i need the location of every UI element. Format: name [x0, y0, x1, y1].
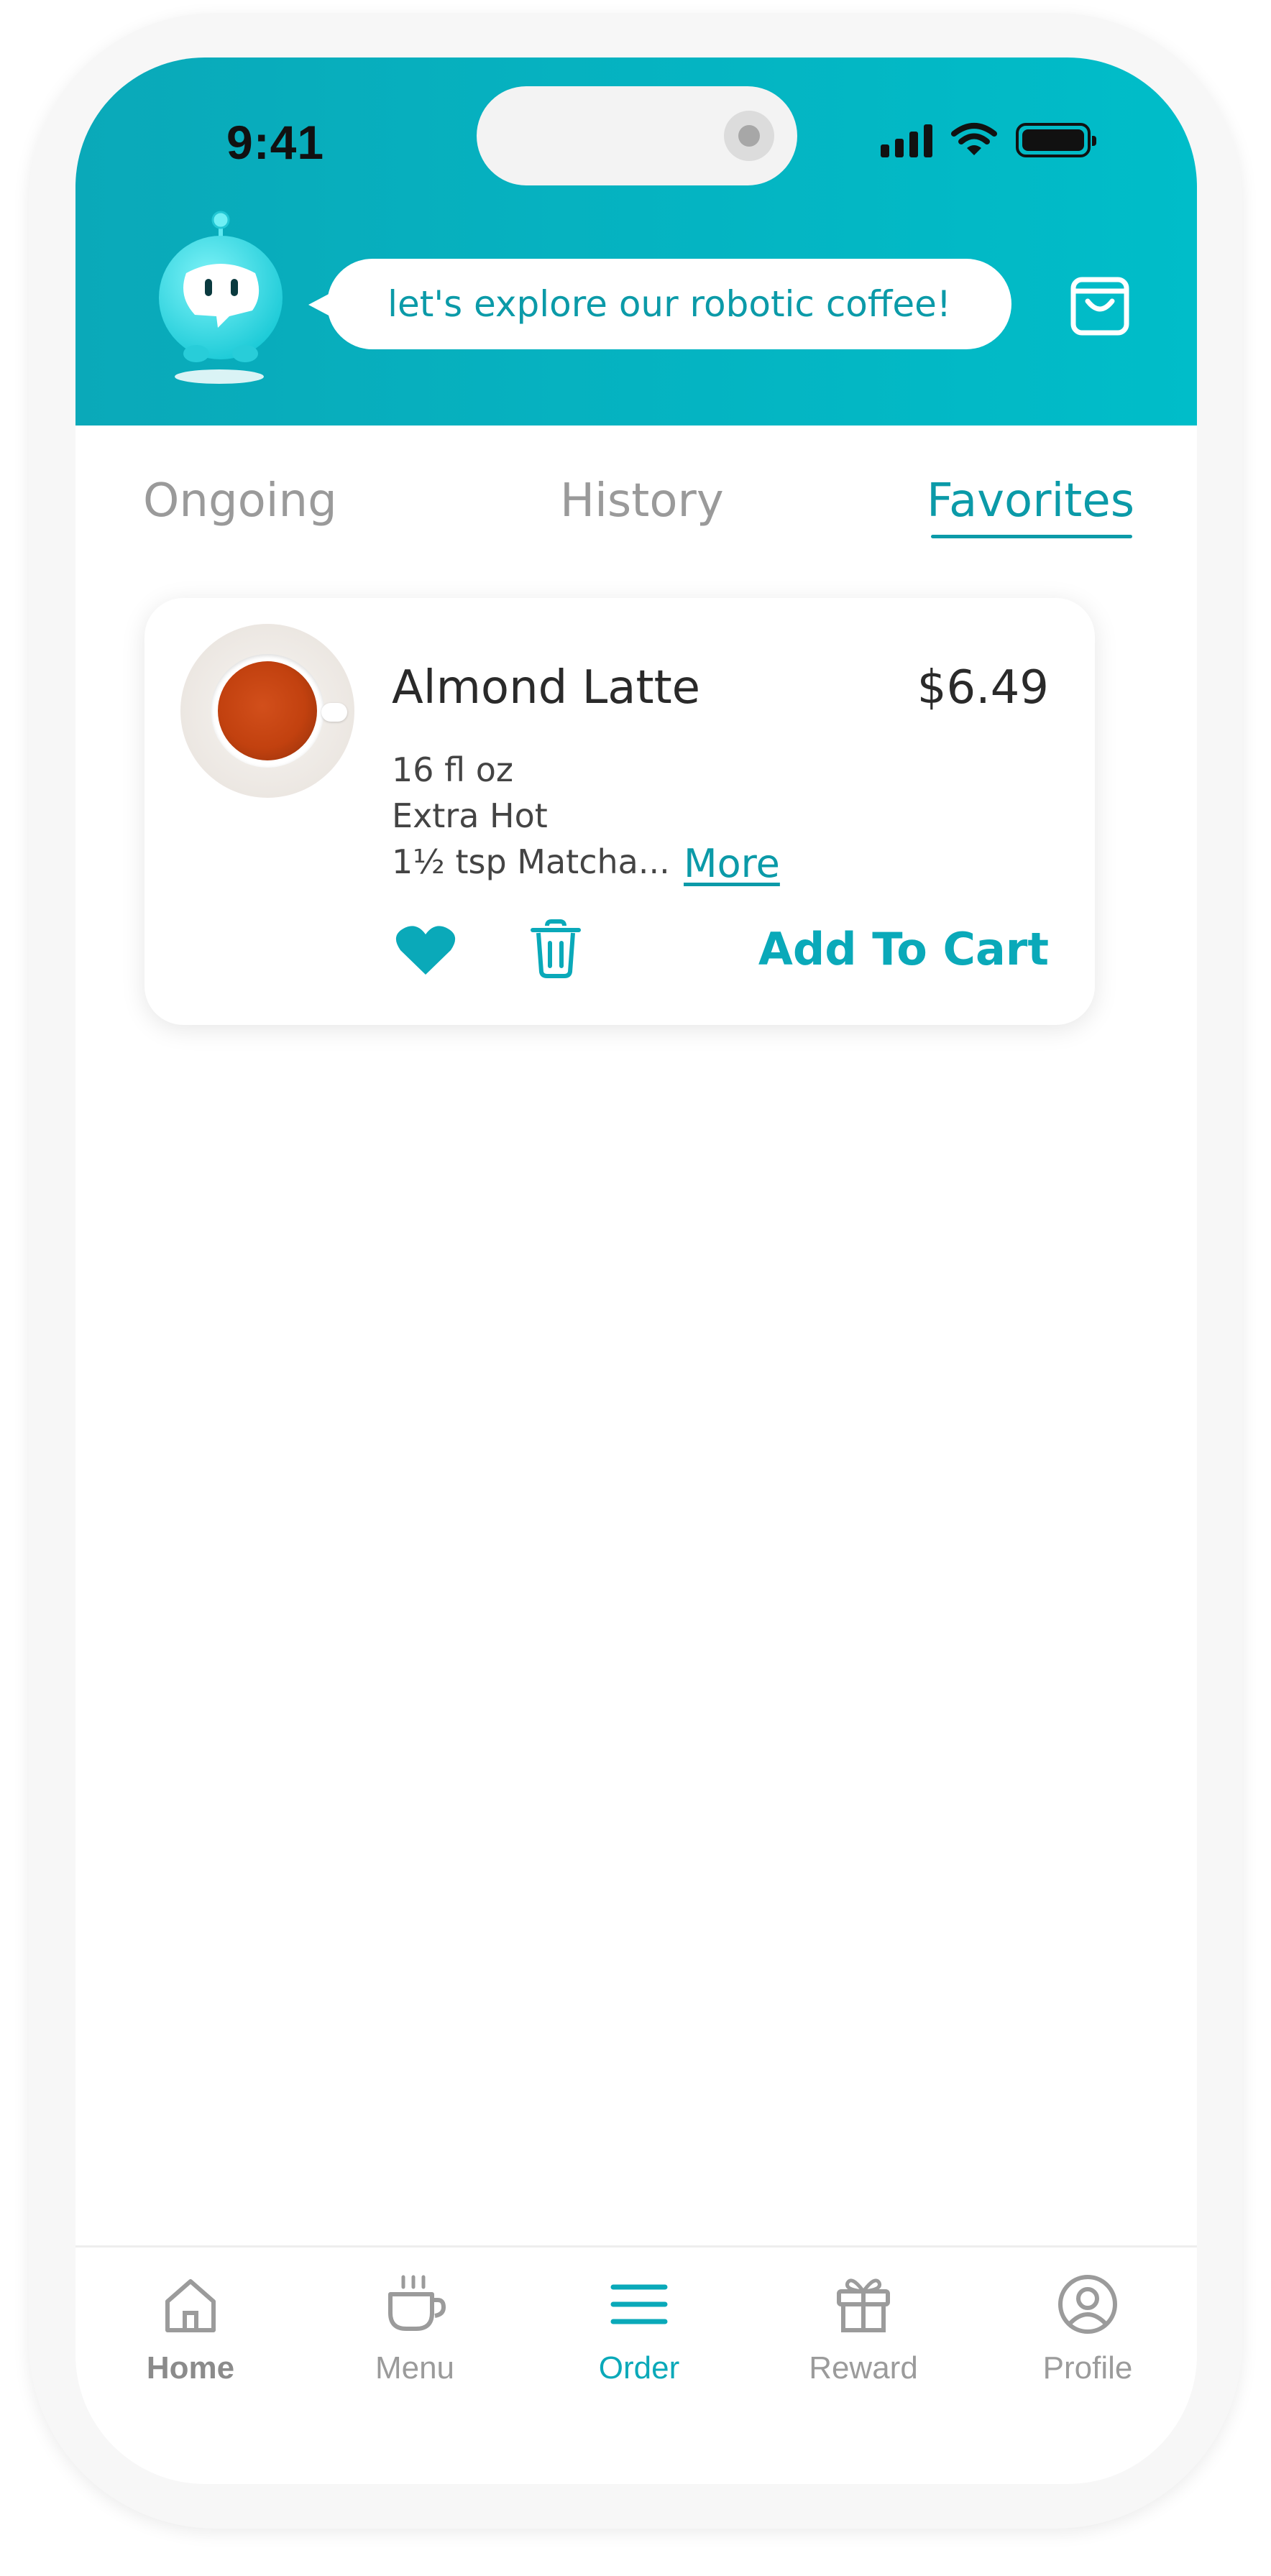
nav-reward-label: Reward	[809, 2350, 918, 2386]
nav-profile[interactable]: Profile	[1001, 2271, 1174, 2386]
header: 9:41 let's explore our robotic coffee!	[75, 58, 1197, 426]
cellular-signal-icon	[881, 123, 932, 157]
item-temperature: Extra Hot	[392, 796, 548, 835]
robot-mascot-icon	[159, 211, 283, 384]
phone-screen: 9:41 let's explore our robotic coffee! O…	[75, 58, 1197, 2484]
tab-ongoing[interactable]: Ongoing	[143, 474, 337, 528]
speech-bubble-text: let's explore our robotic coffee!	[387, 283, 951, 325]
speech-bubble: let's explore our robotic coffee!	[308, 259, 1011, 349]
nav-menu-label: Menu	[375, 2350, 455, 2386]
favorite-item-card[interactable]: Almond Latte $6.49 16 fl oz Extra Hot 1½…	[144, 598, 1095, 1025]
nav-profile-label: Profile	[1042, 2350, 1133, 2386]
nav-reward[interactable]: Reward	[777, 2271, 950, 2386]
nav-home-label: Home	[146, 2350, 235, 2386]
status-time: 9:41	[226, 116, 325, 169]
coffee-liquid	[218, 661, 317, 760]
coffee-cup-icon	[388, 2275, 446, 2331]
add-to-cart-button[interactable]: Add To Cart	[758, 923, 1049, 975]
item-price: $6.49	[917, 661, 1049, 714]
nav-home[interactable]: Home	[104, 2271, 277, 2386]
wifi-icon	[951, 123, 997, 155]
cup-inner	[211, 654, 324, 768]
list-icon	[610, 2284, 668, 2324]
tab-history[interactable]: History	[560, 474, 724, 528]
item-customization: 1½ tsp Matcha...	[392, 842, 670, 881]
item-name: Almond Latte	[392, 661, 701, 714]
nav-order-label: Order	[598, 2350, 680, 2386]
canvas: 9:41 let's explore our robotic coffee! O…	[0, 0, 1271, 2576]
dynamic-island	[477, 86, 797, 185]
item-size: 16 fl oz	[392, 750, 514, 789]
bottom-nav-divider	[75, 2245, 1197, 2248]
nav-menu[interactable]: Menu	[329, 2271, 501, 2386]
nav-order[interactable]: Order	[553, 2271, 725, 2386]
more-link[interactable]: More	[684, 841, 780, 886]
cup-handle	[321, 703, 347, 722]
coffee-cup-image	[180, 624, 354, 798]
camera-icon	[724, 111, 774, 161]
heart-icon[interactable]	[395, 923, 456, 978]
gift-icon	[837, 2278, 890, 2332]
trash-icon[interactable]	[528, 919, 583, 979]
shopping-bag-icon[interactable]	[1060, 262, 1139, 341]
battery-icon	[1016, 123, 1096, 157]
active-tab-indicator	[931, 535, 1132, 538]
status-icons	[881, 122, 1096, 158]
home-icon	[165, 2279, 216, 2332]
profile-icon	[1058, 2275, 1117, 2334]
tab-favorites[interactable]: Favorites	[927, 474, 1134, 528]
